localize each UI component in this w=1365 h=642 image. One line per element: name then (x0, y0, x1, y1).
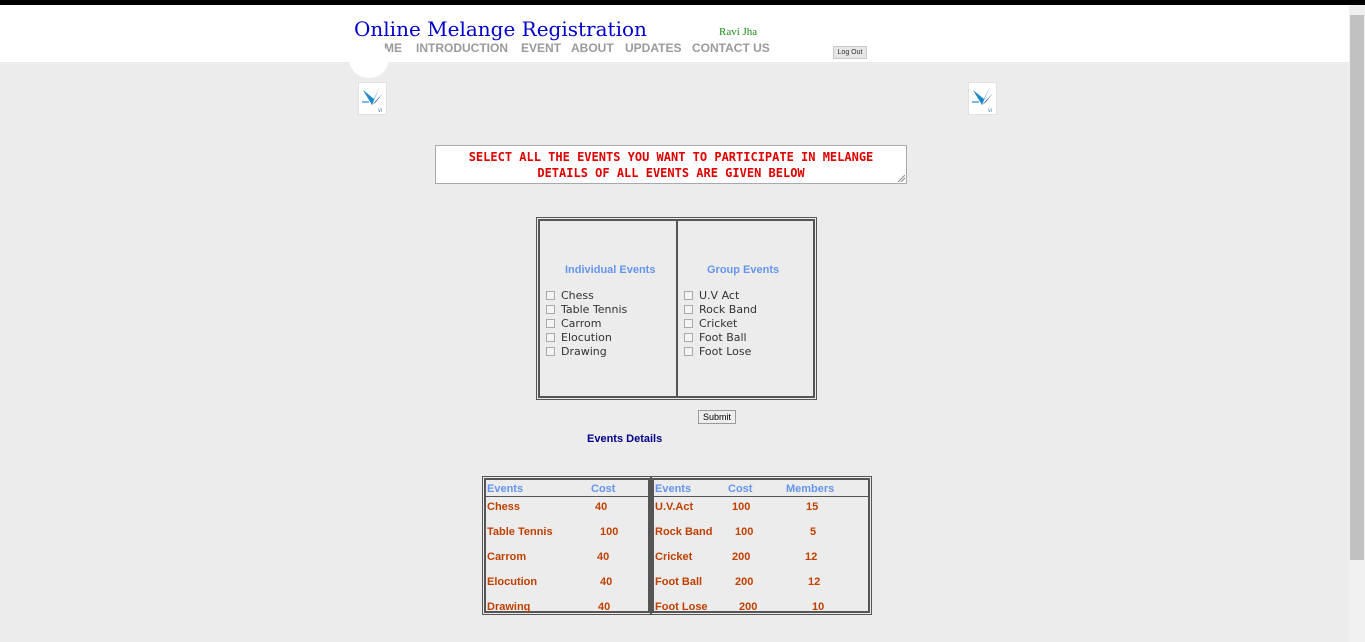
group-event-option[interactable]: U.V Act (684, 289, 739, 303)
notice-line-2: DETAILS OF ALL EVENTS ARE GIVEN BELOW (537, 166, 805, 180)
option-label: Carrom (561, 317, 602, 330)
scrollbar-thumb[interactable] (1350, 15, 1364, 560)
checkbox[interactable] (684, 332, 693, 342)
option-label: U.V Act (699, 289, 740, 302)
notice-line-1: SELECT ALL THE EVENTS YOU WANT TO PARTIC… (468, 150, 874, 164)
logout-button[interactable]: Log Out (833, 46, 867, 59)
group-event-option[interactable]: Foot Ball (684, 331, 747, 345)
group-events-cost-table: Events Cost Members U.V.Act 100 15 Rock … (650, 476, 872, 615)
table-cell-cost: 200 (735, 576, 754, 588)
table-cell-event: Carrom (487, 551, 527, 563)
table-cell-event: Table Tennis (487, 526, 553, 538)
logo-bird-icon: VI (362, 86, 383, 113)
user-name: Ravi Jha (719, 26, 758, 38)
individual-event-option[interactable]: Drawing (546, 345, 607, 359)
option-label: Drawing (561, 345, 607, 358)
nav-contact-us[interactable]: CONTACT US (692, 41, 770, 55)
option-label: Foot Ball (699, 331, 747, 344)
nav-updates[interactable]: UPDATES (625, 41, 681, 55)
logo-bird-icon: VI (972, 86, 993, 113)
table-header-members: Members (786, 483, 835, 495)
header-divider (654, 496, 868, 497)
site-title: Online Melange Registration (354, 17, 647, 41)
individual-events-cost-table: Events Cost Chess 40 Table Tennis 100 Ca… (482, 476, 652, 615)
checkbox[interactable] (546, 318, 555, 328)
checkbox[interactable] (684, 318, 693, 328)
table-cell-event: Drawing (487, 601, 531, 613)
table-cell-cost: 200 (732, 551, 751, 563)
table-cell-members: 12 (805, 551, 818, 563)
group-event-option[interactable]: Cricket (684, 317, 737, 331)
submit-button[interactable]: Submit (698, 410, 736, 424)
svg-text:VI: VI (378, 108, 382, 113)
group-event-option[interactable]: Foot Lose (684, 345, 751, 359)
svg-text:VI: VI (988, 108, 992, 113)
table-cell-cost: 40 (597, 551, 610, 563)
table-cell-members: 5 (810, 526, 817, 538)
table-header-cost: Cost (591, 483, 616, 495)
option-label: Chess (561, 289, 594, 302)
logo-left: VI (358, 82, 387, 115)
group-event-option[interactable]: Rock Band (684, 303, 757, 317)
individual-events-heading: Individual Events (565, 264, 656, 276)
table-cell-members: 15 (806, 501, 819, 513)
table-cell-event: Foot Lose (655, 601, 708, 613)
logo-right: VI (968, 82, 997, 115)
vertical-scrollbar[interactable] (1349, 5, 1365, 642)
individual-event-option[interactable]: Table Tennis (546, 303, 627, 317)
individual-event-option[interactable]: Chess (546, 289, 594, 303)
table-header-events: Events (655, 483, 692, 495)
table-cell-cost: 100 (735, 526, 754, 538)
option-label: Table Tennis (561, 303, 628, 316)
group-events-column: Group Events U.V Act Rock Band Cricket F… (677, 220, 814, 397)
table-cell-cost: 100 (732, 501, 751, 513)
table-cell-event: Foot Ball (655, 576, 703, 588)
table-cell-event: Cricket (655, 551, 693, 563)
table-cell-cost: 40 (595, 501, 608, 513)
table-cell-cost: 40 (600, 576, 613, 588)
checkbox[interactable] (684, 346, 693, 356)
decorative-circle (349, 40, 389, 78)
table-cell-members: 12 (808, 576, 821, 588)
checkbox[interactable] (546, 290, 555, 300)
event-selection-table: Individual Events Chess Table Tennis Car… (536, 217, 817, 400)
table-cell-members: 10 (812, 601, 825, 613)
table-cell-event: Chess (487, 501, 521, 513)
option-label: Foot Lose (699, 345, 752, 358)
notice-textarea[interactable]: SELECT ALL THE EVENTS YOU WANT TO PARTIC… (435, 145, 907, 184)
resize-handle-icon[interactable] (898, 175, 905, 182)
checkbox[interactable] (684, 304, 693, 314)
individual-event-option[interactable]: Elocution (546, 331, 612, 345)
individual-event-option[interactable]: Carrom (546, 317, 601, 331)
table-cell-cost: 40 (598, 601, 611, 613)
events-details-heading: Events Details (587, 433, 663, 445)
checkbox[interactable] (684, 290, 693, 300)
nav-about[interactable]: ABOUT (571, 41, 614, 55)
table-cell-cost: 100 (600, 526, 619, 538)
checkbox[interactable] (546, 332, 555, 342)
group-events-heading: Group Events (707, 264, 780, 276)
table-header-cost: Cost (728, 483, 753, 495)
option-label: Rock Band (699, 303, 758, 316)
nav-event[interactable]: EVENT (521, 41, 561, 55)
table-header-events: Events (487, 483, 524, 495)
header-divider (486, 496, 648, 497)
table-cell-event: U.V.Act (655, 501, 694, 513)
table-cell-event: Elocution (487, 576, 538, 588)
table-cell-cost: 200 (739, 601, 758, 613)
table-cell-event: Rock Band (655, 526, 713, 538)
nav-introduction[interactable]: INTRODUCTION (416, 41, 508, 55)
option-label: Elocution (561, 331, 612, 344)
checkbox[interactable] (546, 304, 555, 314)
individual-events-column: Individual Events Chess Table Tennis Car… (539, 220, 677, 397)
checkbox[interactable] (546, 346, 555, 356)
option-label: Cricket (699, 317, 738, 330)
